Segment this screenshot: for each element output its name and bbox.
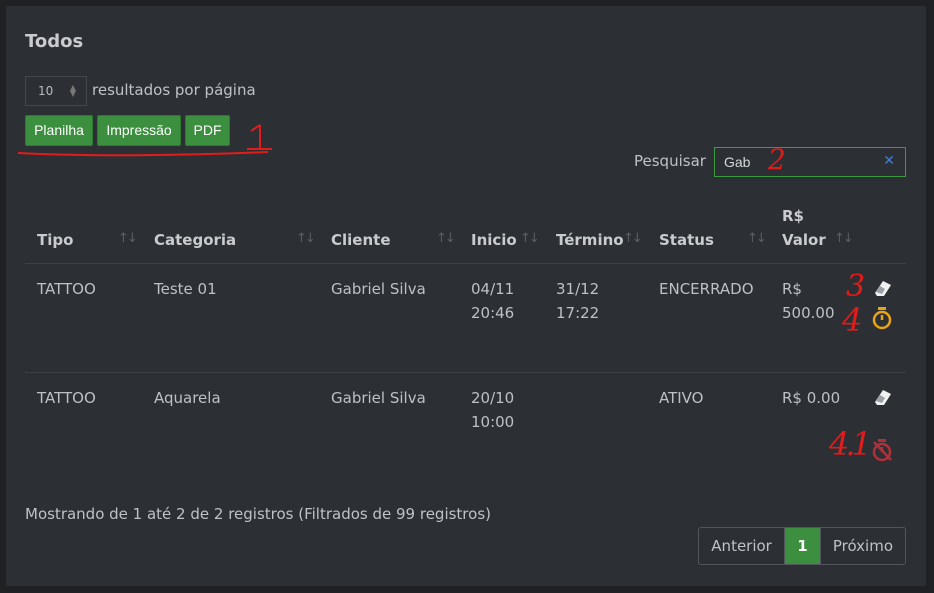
sort-status-icon[interactable]: ↑↓ xyxy=(747,231,767,246)
col-header-valor[interactable]: Valor xyxy=(782,231,826,249)
sort-termino-icon[interactable]: ↑↓ xyxy=(623,231,643,246)
cell-cliente: Gabriel Silva xyxy=(331,280,426,298)
export-impressao-button[interactable]: Impressão xyxy=(97,115,181,146)
col-header-status[interactable]: Status xyxy=(659,231,714,249)
panel-title: Todos xyxy=(25,31,84,52)
select-arrows-icon: ▲ ▼ xyxy=(69,83,76,98)
cell-termino-date: 31/12 xyxy=(556,280,600,298)
page-length-label: resultados por página xyxy=(92,81,256,99)
cell-inicio-date: 20/10 xyxy=(471,389,515,407)
sort-tipo-icon[interactable]: ↑↓ xyxy=(118,231,138,246)
sort-valor-icon[interactable]: ↑↓ xyxy=(834,231,854,246)
search-input[interactable]: Gab ✕ xyxy=(714,147,906,177)
cell-valor-currency: R$ xyxy=(782,280,802,298)
previous-page-button[interactable]: Anterior xyxy=(699,528,786,564)
col-header-cliente[interactable]: Cliente xyxy=(331,231,391,249)
cell-inicio-time: 20:46 xyxy=(471,304,515,322)
pagination: Anterior 1 Próximo xyxy=(698,527,906,565)
header-divider xyxy=(25,263,906,264)
annotation-3: 3 xyxy=(846,269,866,304)
export-planilha-button[interactable]: Planilha xyxy=(25,115,93,146)
sort-categoria-icon[interactable]: ↑↓ xyxy=(296,231,316,246)
page-length-value: 10 xyxy=(38,84,54,98)
cell-categoria: Teste 01 xyxy=(154,280,217,298)
cell-inicio-time: 10:00 xyxy=(471,413,515,431)
cell-cliente: Gabriel Silva xyxy=(331,389,426,407)
eraser-icon[interactable] xyxy=(871,277,893,299)
cell-valor-amount: 500.00 xyxy=(782,304,835,322)
col-header-valor-currency[interactable]: R$ xyxy=(782,207,804,225)
page-length-select[interactable]: 10 ▲ ▼ xyxy=(25,76,87,106)
annotation-2: 2 xyxy=(768,143,786,176)
cell-termino-time: 17:22 xyxy=(556,304,600,322)
cell-valor: R$ 0.00 xyxy=(782,389,841,407)
annotation-4: 4 xyxy=(842,301,863,339)
col-header-inicio[interactable]: Inicio xyxy=(471,231,517,249)
eraser-icon[interactable] xyxy=(871,386,893,408)
sort-inicio-icon[interactable]: ↑↓ xyxy=(520,231,540,246)
sort-cliente-icon[interactable]: ↑↓ xyxy=(436,231,456,246)
cell-status: ENCERRADO xyxy=(659,280,754,298)
search-input-value: Gab xyxy=(724,154,751,170)
search-label: Pesquisar xyxy=(634,152,706,170)
table-info: Mostrando de 1 até 2 de 2 registros (Fil… xyxy=(25,505,491,523)
row-divider xyxy=(25,372,906,373)
col-header-categoria[interactable]: Categoria xyxy=(154,231,236,249)
cell-inicio-date: 04/11 xyxy=(471,280,515,298)
col-header-termino[interactable]: Término xyxy=(556,231,624,249)
cell-categoria: Aquarela xyxy=(154,389,221,407)
stopwatch-off-icon[interactable] xyxy=(870,438,894,462)
clear-search-icon[interactable]: ✕ xyxy=(883,153,895,169)
cell-status: ATIVO xyxy=(659,389,704,407)
export-pdf-button[interactable]: PDF xyxy=(185,115,230,146)
annotation-4-1: 4.1 xyxy=(829,425,872,463)
annotation-1: 1 xyxy=(236,118,237,119)
page-1-button[interactable]: 1 xyxy=(785,528,820,564)
col-header-tipo[interactable]: Tipo xyxy=(37,231,73,249)
stopwatch-icon[interactable] xyxy=(870,306,894,330)
cell-tipo: TATTOO xyxy=(37,280,96,298)
next-page-button[interactable]: Próximo xyxy=(819,528,905,564)
cell-tipo: TATTOO xyxy=(37,389,96,407)
